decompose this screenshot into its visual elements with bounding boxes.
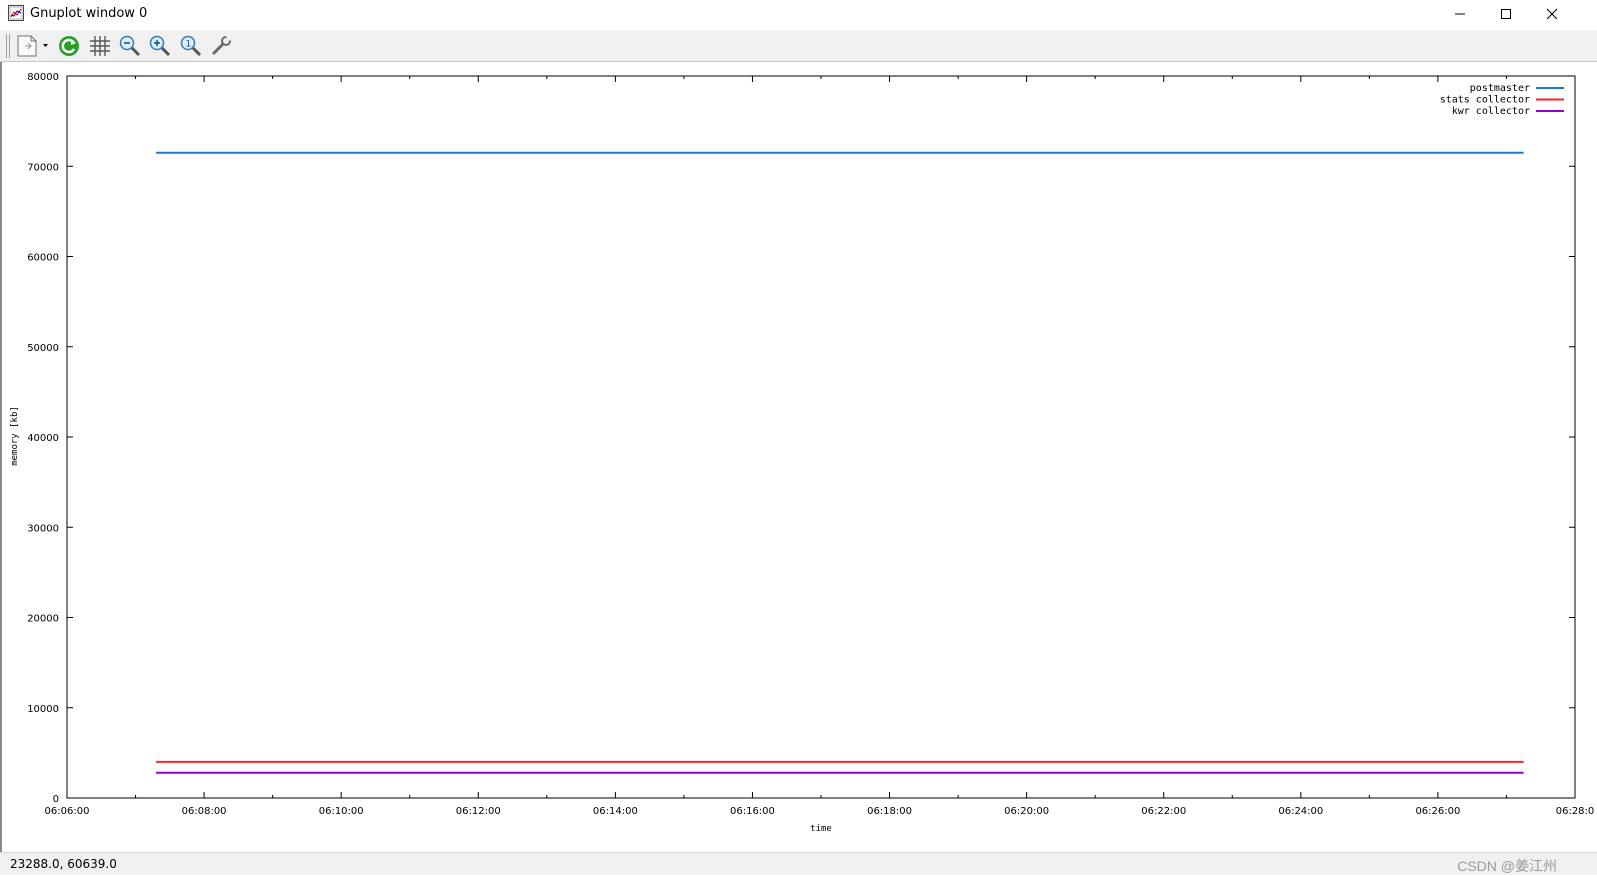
y-tick-label: 0 xyxy=(53,794,59,805)
x-tick-label: 06:08:00 xyxy=(182,806,227,817)
plot-border xyxy=(66,75,1576,799)
zoom-out-icon xyxy=(119,35,141,57)
close-icon xyxy=(1546,8,1558,20)
copy-print-menu-button[interactable] xyxy=(14,33,54,59)
minimize-button[interactable] xyxy=(1437,0,1483,28)
close-button[interactable] xyxy=(1529,0,1575,28)
series-lines xyxy=(156,151,1524,774)
toolbar-grip[interactable] xyxy=(5,33,11,59)
grid-icon xyxy=(90,36,110,56)
x-axis-title: time xyxy=(810,824,832,834)
x-tick-label: 06:18:00 xyxy=(867,806,912,817)
zoom-out-button[interactable] xyxy=(117,33,143,59)
gnuplot-app-icon xyxy=(8,5,24,21)
mouse-coordinates: 23288.0, 60639.0 xyxy=(10,857,117,871)
x-tick-label: 06:20:00 xyxy=(1004,806,1049,817)
window-title: Gnuplot window 0 xyxy=(30,6,148,21)
legend-label: kwr collector xyxy=(1452,106,1530,117)
options-button[interactable] xyxy=(208,33,234,59)
y-tick-label: 30000 xyxy=(27,523,59,534)
memory-chart[interactable]: 06:06:00 06:08:00 06:10:00 06:12:00 06:14:00… xyxy=(0,62,1597,852)
status-bar: 23288.0, 60639.0 CSDN @姜江州 xyxy=(0,852,1597,875)
zoom-reset-button[interactable]: 1 xyxy=(178,33,204,59)
legend-label: stats collector xyxy=(1440,95,1530,106)
grid-button[interactable] xyxy=(87,33,113,59)
minimize-icon xyxy=(1455,13,1465,15)
watermark: CSDN @姜江州 xyxy=(1457,858,1557,874)
y-tick-label: 80000 xyxy=(27,72,59,83)
y-tick-label: 40000 xyxy=(27,433,59,444)
toolbar: 1 xyxy=(0,30,1597,62)
zoom-in-icon xyxy=(149,35,171,57)
y-axis-title: memory [kb] xyxy=(10,406,20,466)
zoom-in-button[interactable] xyxy=(147,33,173,59)
replot-icon xyxy=(59,36,79,56)
title-bar[interactable]: Gnuplot window 0 xyxy=(0,0,1597,28)
x-tick-label: 06:10:00 xyxy=(319,806,364,817)
x-tick-label: 06:14:00 xyxy=(593,806,638,817)
replot-button[interactable] xyxy=(56,33,82,59)
x-tick-label: 06:24:00 xyxy=(1278,806,1323,817)
x-tick-label: 06:12:00 xyxy=(456,806,501,817)
x-tick-label: 06:28:0 xyxy=(1556,806,1595,817)
y-tick-label: 60000 xyxy=(27,253,59,264)
legend: postmasterstats collectorkwr collector xyxy=(1440,83,1564,117)
svg-text:1: 1 xyxy=(186,40,192,50)
x-tick-label: 06:06:00 xyxy=(45,806,90,817)
x-tick-label: 06:22:00 xyxy=(1141,806,1186,817)
maximize-button[interactable] xyxy=(1483,0,1529,28)
zoom-reset-icon: 1 xyxy=(180,35,202,57)
axis-ticks: 06:06:00 06:08:00 06:10:00 06:12:00 06:14:00… xyxy=(27,72,1594,817)
x-tick-label: 06:26:00 xyxy=(1415,806,1460,817)
legend-label: postmaster xyxy=(1470,83,1530,94)
y-tick-label: 50000 xyxy=(27,343,59,354)
y-tick-label: 10000 xyxy=(27,704,59,715)
y-tick-label: 20000 xyxy=(27,614,59,625)
y-tick-label: 70000 xyxy=(27,162,59,173)
x-tick-label: 06:16:00 xyxy=(730,806,775,817)
maximize-icon xyxy=(1501,9,1511,19)
options-wrench-icon xyxy=(211,34,233,56)
copy-print-menu-icon xyxy=(17,35,48,57)
